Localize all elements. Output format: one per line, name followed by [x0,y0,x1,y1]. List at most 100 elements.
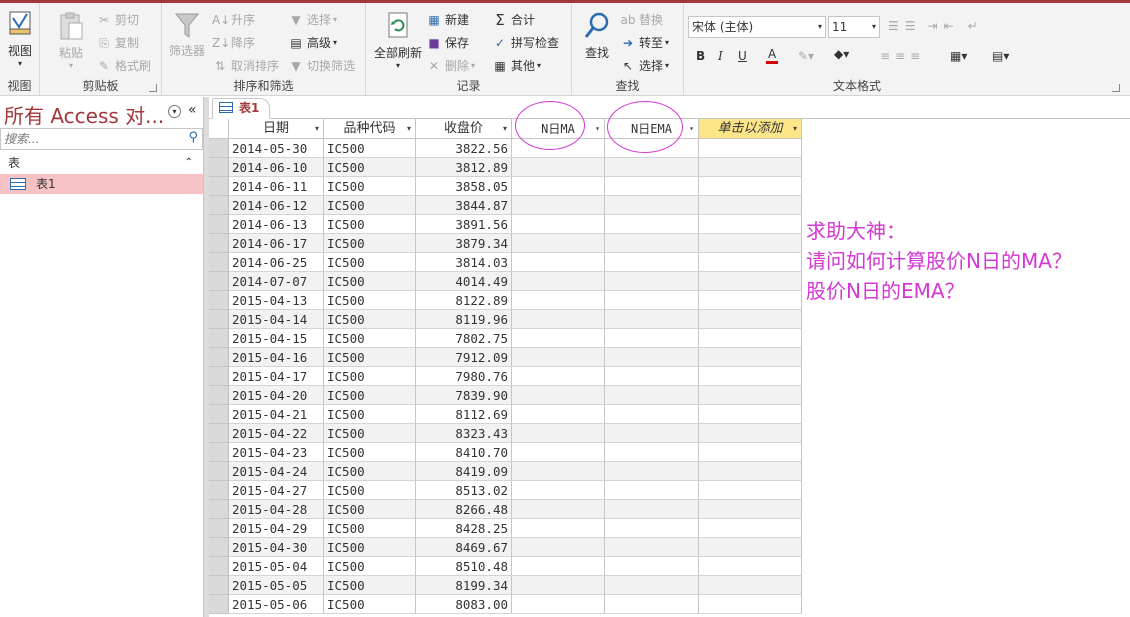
cell-code[interactable]: IC500 [324,310,416,329]
cell-code[interactable]: IC500 [324,291,416,310]
cell-date[interactable]: 2014-06-17 [229,234,324,253]
cell-code[interactable]: IC500 [324,234,416,253]
row-selector[interactable] [209,177,229,196]
row-selector[interactable] [209,291,229,310]
cell-code[interactable]: IC500 [324,329,416,348]
cell-date[interactable]: 2015-04-13 [229,291,324,310]
cell-n-ema[interactable] [605,329,699,348]
row-selector[interactable] [209,424,229,443]
cell-code[interactable]: IC500 [324,405,416,424]
nav-search-input[interactable] [1,129,181,149]
cell-n-ma[interactable] [512,310,605,329]
cell-new[interactable] [699,291,802,310]
cell-code[interactable]: IC500 [324,177,416,196]
cell-n-ma[interactable] [512,234,605,253]
cell-n-ema[interactable] [605,481,699,500]
column-dropdown-icon[interactable]: ▾ [689,119,694,139]
cell-n-ma[interactable] [512,500,605,519]
row-selector[interactable] [209,234,229,253]
cell-code[interactable]: IC500 [324,424,416,443]
cut-button[interactable]: ✂ 剪切 [96,11,139,28]
row-selector[interactable] [209,367,229,386]
cell-new[interactable] [699,405,802,424]
cell-code[interactable]: IC500 [324,215,416,234]
clipboard-launcher-icon[interactable] [149,84,157,92]
cell-new[interactable] [699,462,802,481]
cell-code[interactable]: IC500 [324,481,416,500]
view-button[interactable]: 视图 ▾ [4,9,36,68]
font-color-button[interactable]: A [766,47,779,64]
bold-button[interactable]: B [696,49,705,63]
cell-close[interactable]: 8469.67 [416,538,512,557]
cell-date[interactable]: 2015-04-20 [229,386,324,405]
nav-menu-icon[interactable]: ▾ [168,105,181,118]
cell-new[interactable] [699,215,802,234]
more-button[interactable]: ▦ 其他 ▾ [492,57,541,74]
row-selector[interactable] [209,519,229,538]
cell-close[interactable]: 7802.75 [416,329,512,348]
cell-date[interactable]: 2015-04-16 [229,348,324,367]
cell-n-ema[interactable] [605,386,699,405]
cell-n-ma[interactable] [512,291,605,310]
cell-close[interactable]: 7839.90 [416,386,512,405]
cell-close[interactable]: 7912.09 [416,348,512,367]
cell-new[interactable] [699,158,802,177]
list-buttons[interactable]: ☰ ☰ ⇥ ⇤ ↵ [888,19,984,33]
cell-date[interactable]: 2014-06-25 [229,253,324,272]
align-icons[interactable]: ≡≡≡ [880,49,925,63]
cell-new[interactable] [699,367,802,386]
cell-n-ma[interactable] [512,405,605,424]
cell-close[interactable]: 8513.02 [416,481,512,500]
paste-button[interactable]: 粘贴 ▾ [54,11,88,70]
cell-date[interactable]: 2015-05-04 [229,557,324,576]
row-selector[interactable] [209,576,229,595]
cell-code[interactable]: IC500 [324,348,416,367]
row-selector[interactable] [209,329,229,348]
cell-n-ema[interactable] [605,348,699,367]
select-button[interactable]: ↖ 选择 ▾ [620,57,669,74]
find-button[interactable]: 查找 [578,11,616,61]
tab-table1[interactable]: 表1 [212,98,271,119]
cell-date[interactable]: 2015-04-17 [229,367,324,386]
row-selector[interactable] [209,310,229,329]
cell-n-ma[interactable] [512,177,605,196]
cell-close[interactable]: 8419.09 [416,462,512,481]
cell-new[interactable] [699,424,802,443]
cell-n-ma[interactable] [512,272,605,291]
cell-close[interactable]: 3858.05 [416,177,512,196]
cell-date[interactable]: 2014-07-07 [229,272,324,291]
cell-n-ema[interactable] [605,538,699,557]
column-header-click-to-add[interactable]: 单击以添加 ▾ [699,119,802,139]
cell-date[interactable]: 2014-06-10 [229,158,324,177]
cell-date[interactable]: 2015-04-24 [229,462,324,481]
cell-close[interactable]: 3844.87 [416,196,512,215]
cell-n-ema[interactable] [605,291,699,310]
row-selector[interactable] [209,253,229,272]
row-selector[interactable] [209,405,229,424]
totals-button[interactable]: Σ 合计 [492,11,535,28]
cell-code[interactable]: IC500 [324,367,416,386]
cell-n-ema[interactable] [605,462,699,481]
row-selector[interactable] [209,557,229,576]
cell-n-ma[interactable] [512,519,605,538]
column-header-code[interactable]: 品种代码 ▾ [324,119,416,139]
replace-button[interactable]: ab 替换 [620,11,664,28]
copy-button[interactable]: ⎘ 复制 [96,34,139,51]
cell-date[interactable]: 2014-06-12 [229,196,324,215]
cell-n-ema[interactable] [605,139,699,158]
cell-n-ma[interactable] [512,253,605,272]
cell-n-ma[interactable] [512,215,605,234]
cell-code[interactable]: IC500 [324,158,416,177]
row-selector[interactable] [209,443,229,462]
cell-new[interactable] [699,386,802,405]
cell-code[interactable]: IC500 [324,253,416,272]
cell-n-ma[interactable] [512,557,605,576]
cell-new[interactable] [699,272,802,291]
column-header-date[interactable]: 日期 ▾ [229,119,324,139]
toggle-filter-button[interactable]: ▼ 切换筛选 [288,57,355,74]
alt-row-color-icon[interactable]: ▤▾ [992,49,1009,63]
text-format-launcher-icon[interactable] [1112,84,1120,92]
cell-n-ema[interactable] [605,576,699,595]
goto-button[interactable]: ➔ 转至 ▾ [620,34,669,51]
column-header-n-ma[interactable]: N日MA ▾ [512,119,605,139]
